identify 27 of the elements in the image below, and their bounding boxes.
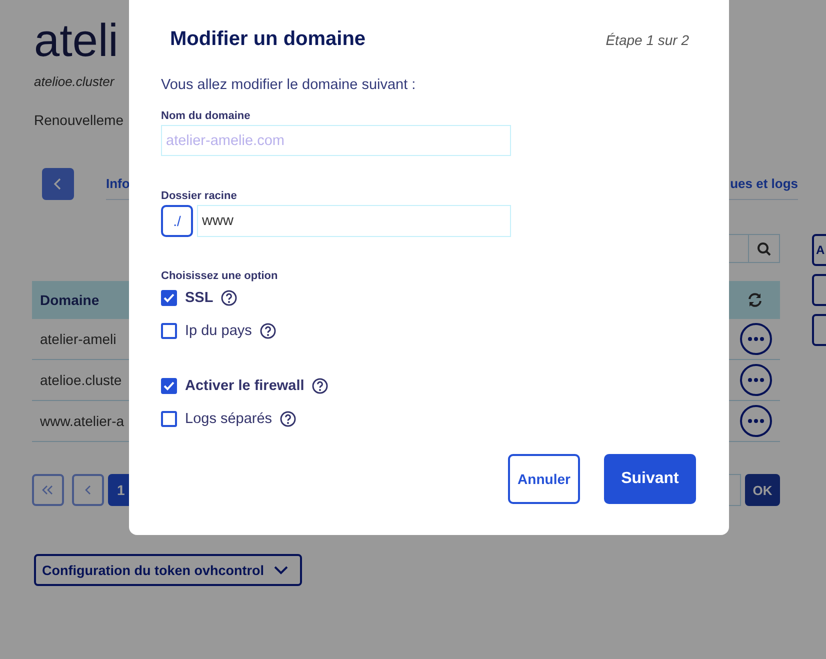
side-button[interactable]: A bbox=[812, 234, 826, 266]
options-label: Choisissez une option bbox=[161, 270, 279, 282]
field-label: Nom du domaine bbox=[161, 110, 252, 122]
step-indicator: Étape 1 sur 2 bbox=[606, 32, 689, 48]
ok-button[interactable]: OK bbox=[745, 474, 780, 506]
token-dropdown[interactable]: Configuration du token ovhcontrol bbox=[34, 554, 302, 586]
tab[interactable]: Info bbox=[106, 176, 130, 191]
folder-field[interactable]: www bbox=[197, 205, 511, 237]
prefix-addon: ./ bbox=[161, 205, 193, 237]
option-label[interactable]: Ip du pays bbox=[185, 323, 252, 339]
column-header[interactable]: Domaine bbox=[40, 292, 100, 308]
field-label: Dossier racine bbox=[161, 190, 238, 202]
page-button[interactable]: 1 bbox=[108, 474, 131, 506]
table-cell: atelioe.cluste bbox=[40, 372, 122, 388]
table-cell: atelier-ameli bbox=[40, 331, 116, 347]
page-title: ateli bbox=[34, 13, 118, 68]
intro-text: Vous allez modifier le domaine suivant : bbox=[161, 77, 417, 93]
cancel-button[interactable]: Annuler bbox=[508, 454, 580, 504]
next-button[interactable]: Suivant bbox=[604, 454, 696, 504]
renewal-text: Renouvelleme bbox=[34, 112, 124, 128]
tab[interactable]: ues et logs bbox=[730, 176, 798, 191]
dialog-title: Modifier un domaine bbox=[170, 28, 366, 51]
page-subtitle: atelioe.cluster bbox=[34, 74, 114, 89]
option-label[interactable]: SSL bbox=[185, 290, 214, 306]
option-label[interactable]: Logs séparés bbox=[185, 411, 272, 427]
table-cell: www.atelier-a bbox=[40, 413, 124, 429]
option-label[interactable]: Activer le firewall bbox=[185, 378, 304, 394]
